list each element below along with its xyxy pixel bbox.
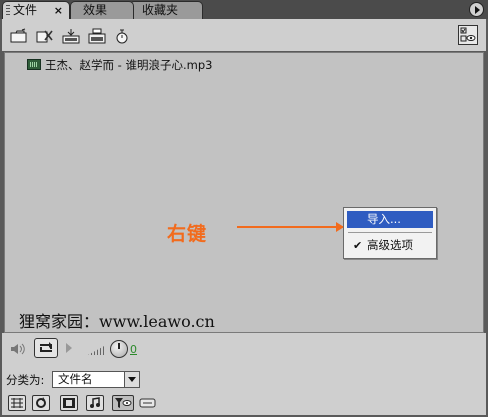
menu-item-import[interactable]: 导入... xyxy=(347,211,433,228)
audio-file-icon xyxy=(27,59,41,70)
tab-bar: 收藏夹 效果 文件 × xyxy=(0,0,488,19)
export-icon[interactable] xyxy=(88,28,106,44)
menu-item-advanced-label: 高级选项 xyxy=(367,238,413,252)
close-icon[interactable]: × xyxy=(54,2,63,19)
timer-icon[interactable] xyxy=(114,28,132,44)
sort-label: 分类为: xyxy=(6,373,45,387)
menu-item-import-label: 导入... xyxy=(367,212,401,226)
loop-button[interactable] xyxy=(34,338,58,358)
filter-icon[interactable] xyxy=(112,395,134,411)
checkmark-icon: ✔ xyxy=(353,239,363,252)
volume-meter xyxy=(88,345,106,355)
sort-value: 文件名 xyxy=(58,372,93,386)
annotation-arrow xyxy=(237,222,344,232)
tab-favorites[interactable]: 收藏夹 xyxy=(129,1,203,19)
drag-grip-icon[interactable] xyxy=(6,5,10,16)
chevron-down-icon[interactable] xyxy=(124,372,139,387)
volume-level[interactable]: 0 xyxy=(130,343,137,356)
tab-files-label: 文件 xyxy=(13,3,38,17)
bottom-toolbar xyxy=(2,392,486,415)
watermark: 狸窝家园：www.leawo.cn xyxy=(19,312,215,331)
menu-divider xyxy=(348,232,432,233)
media-panel: 收藏夹 效果 文件 × 王杰、赵学而 - 谁明浪子心.mp3 右键 导入... … xyxy=(0,0,488,417)
sort-select[interactable]: 文件名 xyxy=(52,371,140,388)
tab-effects[interactable]: 效果 xyxy=(70,1,134,19)
tab-files[interactable]: 文件 × xyxy=(2,1,70,19)
delete-file-icon[interactable] xyxy=(36,28,54,44)
file-list[interactable]: 王杰、赵学而 - 谁明浪子心.mp3 右键 导入... ✔ 高级选项 狸窝家园：… xyxy=(4,52,484,333)
music-icon[interactable] xyxy=(86,395,104,411)
sort-row: 分类为: 文件名 xyxy=(2,365,486,392)
refresh-icon[interactable] xyxy=(32,395,50,411)
menu-item-advanced[interactable]: ✔ 高级选项 xyxy=(347,237,433,254)
import-icon[interactable] xyxy=(62,28,80,44)
speaker-icon[interactable] xyxy=(10,342,26,356)
volume-knob[interactable] xyxy=(110,340,128,358)
file-name: 王杰、赵学而 - 谁明浪子心.mp3 xyxy=(45,58,213,72)
open-folder-icon[interactable] xyxy=(10,28,28,44)
context-menu: 导入... ✔ 高级选项 xyxy=(343,207,437,259)
extra-icon[interactable] xyxy=(138,395,158,411)
view-options-icon[interactable] xyxy=(458,25,478,45)
annotation-label: 右键 xyxy=(167,223,208,245)
player-bar: 0 xyxy=(2,333,486,365)
toolbar xyxy=(2,19,486,51)
grid-view-icon[interactable] xyxy=(8,395,26,411)
film-icon[interactable] xyxy=(60,395,78,411)
tab-favorites-label: 收藏夹 xyxy=(142,3,179,17)
play-icon[interactable] xyxy=(66,343,72,353)
panel-menu-button[interactable] xyxy=(469,2,484,17)
tab-effects-label: 效果 xyxy=(83,3,108,17)
